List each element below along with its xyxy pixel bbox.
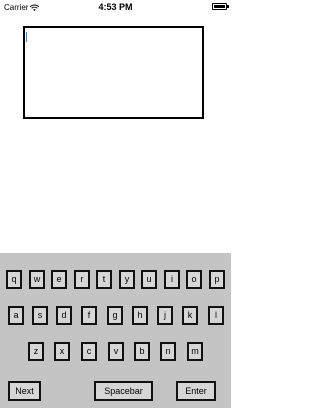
key-v[interactable]: v [108, 342, 124, 361]
key-d[interactable]: d [56, 306, 72, 325]
key-q[interactable]: q [6, 270, 22, 289]
key-y[interactable]: y [119, 270, 135, 289]
status-bar: Carrier 4:53 PM [0, 0, 231, 14]
key-g[interactable]: g [107, 306, 123, 325]
spacebar-button[interactable]: Spacebar [94, 381, 153, 401]
key-f[interactable]: f [81, 306, 97, 325]
key-w[interactable]: w [29, 270, 45, 289]
key-r[interactable]: r [74, 270, 90, 289]
key-n[interactable]: n [160, 342, 176, 361]
key-a[interactable]: a [8, 306, 24, 325]
key-u[interactable]: u [141, 270, 157, 289]
text-input-area[interactable] [23, 26, 204, 119]
key-c[interactable]: c [81, 342, 97, 361]
key-t[interactable]: t [96, 270, 112, 289]
key-m[interactable]: m [187, 342, 203, 361]
key-z[interactable]: z [28, 342, 44, 361]
enter-button[interactable]: Enter [176, 381, 216, 401]
key-j[interactable]: j [157, 306, 173, 325]
key-h[interactable]: h [132, 306, 148, 325]
battery-icon [212, 3, 229, 10]
status-time: 4:53 PM [98, 2, 133, 12]
key-p[interactable]: p [209, 270, 225, 289]
key-b[interactable]: b [134, 342, 150, 361]
key-l[interactable]: l [208, 306, 224, 325]
next-button[interactable]: Next [8, 381, 41, 401]
text-cursor [26, 32, 27, 42]
key-e[interactable]: e [51, 270, 67, 289]
key-o[interactable]: o [186, 270, 202, 289]
key-x[interactable]: x [54, 342, 70, 361]
custom-keyboard: q w e r t y u i o p a s d f g h j k l z … [0, 253, 231, 408]
key-k[interactable]: k [182, 306, 198, 325]
key-i[interactable]: i [164, 270, 180, 289]
key-s[interactable]: s [32, 306, 48, 325]
